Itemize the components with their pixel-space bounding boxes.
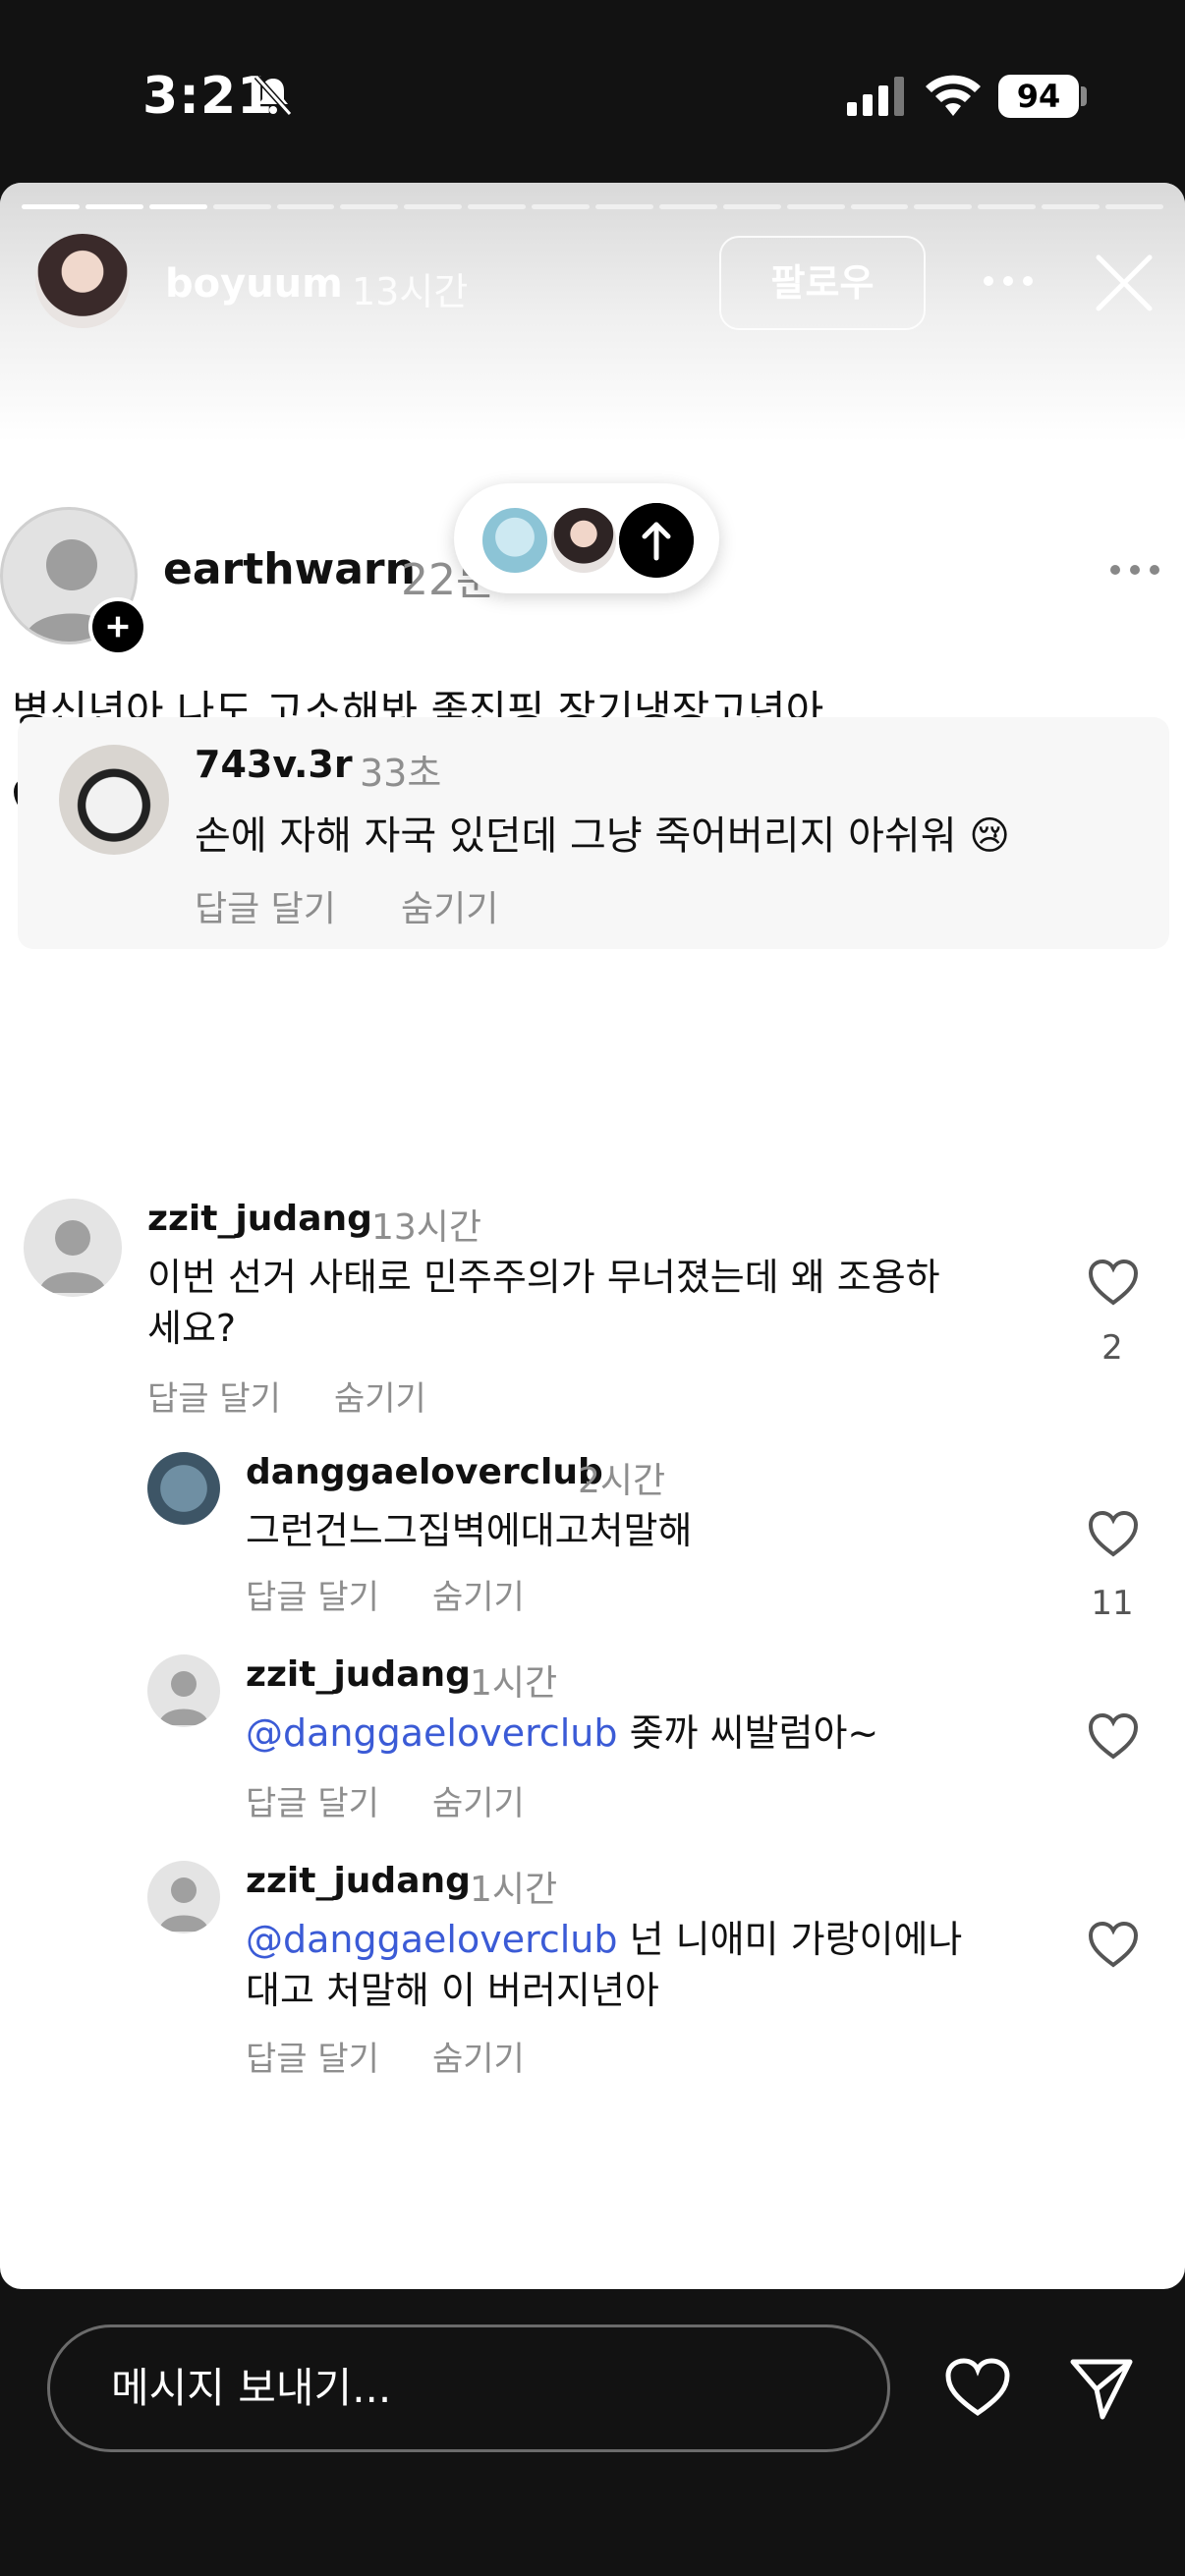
reply-username[interactable]: zzit_judang xyxy=(246,1861,471,1901)
reply-avatar[interactable] xyxy=(147,1861,220,1933)
hide-button[interactable]: 숨기기 xyxy=(432,1570,525,1618)
reply-button[interactable]: 답글 달기 xyxy=(147,1372,281,1420)
mention-link[interactable]: @danggaeloverclub xyxy=(246,1918,618,1961)
comment-like-count: 11 xyxy=(1091,1584,1134,1623)
wifi-icon xyxy=(926,75,981,116)
more-options-icon[interactable] xyxy=(981,271,1036,291)
reply-text: 그런건느그집벽에대고처말해 xyxy=(246,1509,693,1552)
like-story-icon[interactable] xyxy=(943,2356,1012,2419)
reply-button[interactable]: 답글 달기 xyxy=(195,880,336,931)
default-avatar-icon xyxy=(39,1220,106,1293)
story-author-username[interactable]: boyuum xyxy=(165,261,343,307)
comment-like-count: 2 xyxy=(1101,1328,1123,1368)
reply-username[interactable]: zzit_judang xyxy=(246,1654,471,1695)
progress-segment xyxy=(658,204,717,209)
arrow-up-icon xyxy=(619,503,694,578)
cellular-signal-icon xyxy=(847,77,904,116)
sticker-avatar-2 xyxy=(548,505,619,576)
comment-like-icon[interactable] xyxy=(1087,1258,1140,1307)
progress-segment xyxy=(276,204,335,209)
default-avatar-icon xyxy=(159,1877,208,1932)
progress-segment xyxy=(468,204,527,209)
reply-time: 1시간 xyxy=(470,1870,558,1910)
reply-button[interactable]: 답글 달기 xyxy=(246,2032,379,2080)
comment-like-icon[interactable] xyxy=(1087,1509,1140,1558)
reply-time: 1시간 xyxy=(470,1663,558,1704)
comment-time: 13시간 xyxy=(371,1207,482,1248)
status-bar: 3:21 94 xyxy=(0,0,1185,187)
reply-text-line: 대고 처말해 이 버러지년아 xyxy=(246,1969,659,2012)
progress-segment xyxy=(532,204,591,209)
progress-segment xyxy=(595,204,653,209)
mention-link[interactable]: @danggaeloverclub xyxy=(246,1711,618,1755)
mention-sticker[interactable] xyxy=(454,483,719,593)
sticker-avatar-1 xyxy=(480,505,550,576)
hide-button[interactable]: 숨기기 xyxy=(432,2032,525,2080)
battery-tip xyxy=(1081,86,1087,106)
battery-indicator: 94 xyxy=(998,75,1079,118)
progress-segment xyxy=(340,204,399,209)
comment-like-icon[interactable] xyxy=(1087,1920,1140,1969)
reply-avatar[interactable] xyxy=(147,1452,220,1525)
progress-segment xyxy=(404,204,463,209)
reply-text: @danggaeloverclub 넌 니애미 가랑이에나 대고 처말해 이 버… xyxy=(246,1914,962,2016)
comment-text: 이번 선거 사태로 민주주의가 무너졌는데 왜 조용하 세요? xyxy=(147,1252,940,1354)
progress-segment xyxy=(786,204,845,209)
progress-segment xyxy=(85,204,143,209)
follow-button[interactable]: 팔로우 xyxy=(719,236,926,330)
hide-button[interactable]: 숨기기 xyxy=(432,1776,525,1824)
progress-segment xyxy=(1042,204,1100,209)
follow-plus-icon[interactable] xyxy=(88,597,147,656)
comment-text-line: 이번 선거 사태로 민주주의가 무너졌는데 왜 조용하 xyxy=(147,1256,940,1299)
comment-text-line: 세요? xyxy=(147,1307,237,1350)
reply-avatar[interactable] xyxy=(147,1654,220,1727)
comment-like-icon[interactable] xyxy=(1087,1711,1140,1761)
send-icon[interactable] xyxy=(1069,2356,1134,2421)
bell-muted-icon xyxy=(254,74,293,117)
story-timestamp: 13시간 xyxy=(352,270,469,313)
highlighted-comment-time: 33초 xyxy=(360,752,442,795)
progress-segment xyxy=(850,204,909,209)
close-icon[interactable] xyxy=(1093,252,1156,314)
comment-avatar[interactable] xyxy=(24,1199,122,1297)
hide-button[interactable]: 숨기기 xyxy=(334,1372,426,1420)
progress-segment xyxy=(22,204,80,209)
reply-text: @danggaeloverclub 좆까 씨발럼아~ xyxy=(246,1708,878,1759)
progress-segment xyxy=(914,204,973,209)
reply-button[interactable]: 답글 달기 xyxy=(246,1570,379,1618)
highlighted-comment-avatar[interactable] xyxy=(59,745,169,855)
post-author-username[interactable]: earthwarn xyxy=(163,544,416,594)
post-more-icon[interactable] xyxy=(1108,562,1161,578)
reply-text-body: 좆까 씨발럼아~ xyxy=(617,1711,879,1755)
reply-button[interactable]: 답글 달기 xyxy=(246,1776,379,1824)
story-author-avatar[interactable] xyxy=(35,234,130,328)
hide-button[interactable]: 숨기기 xyxy=(401,880,498,931)
story-progress-bar xyxy=(22,204,1164,210)
highlighted-comment-text: 손에 자해 자국 있던데 그냥 죽어버리지 아쉬워 😢 xyxy=(195,813,1010,859)
highlighted-comment-username[interactable]: 743v.3r xyxy=(195,743,353,786)
comment-username[interactable]: zzit_judang xyxy=(147,1199,372,1239)
reply-text-body: 넌 니애미 가랑이에나 xyxy=(617,1918,963,1961)
progress-segment xyxy=(722,204,781,209)
message-input[interactable]: 메시지 보내기... xyxy=(47,2324,890,2452)
reply-time: 2시간 xyxy=(578,1461,666,1501)
progress-segment xyxy=(1105,204,1164,209)
progress-segment xyxy=(212,204,271,209)
progress-segment xyxy=(148,204,207,209)
default-avatar-icon xyxy=(159,1671,208,1725)
progress-segment xyxy=(978,204,1037,209)
reply-username[interactable]: danggaeloverclub xyxy=(246,1452,603,1492)
